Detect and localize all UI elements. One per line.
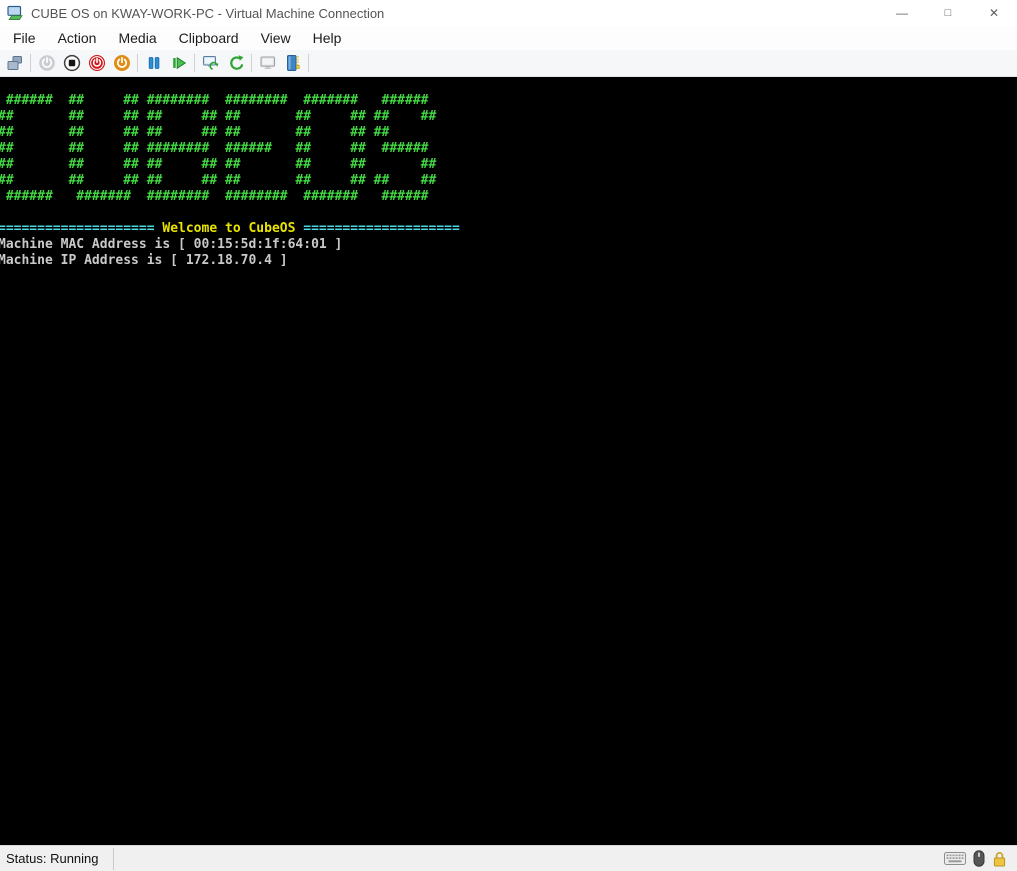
lock-icon	[992, 851, 1007, 867]
mac-address-line: Machine MAC Address is [ 00:15:5d:1f:64:…	[0, 237, 1017, 253]
menu-clipboard[interactable]: Clipboard	[168, 28, 250, 48]
menu-media[interactable]: Media	[107, 28, 167, 48]
mouse-icon	[973, 850, 985, 867]
turn-off-button[interactable]	[59, 51, 84, 75]
toolbar-separator	[251, 54, 252, 72]
start-button[interactable]	[34, 51, 59, 75]
ascii-banner-line: ## ## ## ## ## ## ## ## ## ##	[0, 173, 1017, 189]
statusbar: Status: Running	[0, 845, 1017, 871]
reset-button[interactable]	[166, 51, 191, 75]
toolbar-separator	[137, 54, 138, 72]
revert-icon	[227, 54, 245, 72]
welcome-text: Welcome to CubeOS	[155, 221, 304, 236]
share-icon	[284, 54, 302, 72]
ctrl-alt-del-icon	[6, 54, 24, 72]
menu-help[interactable]: Help	[302, 28, 353, 48]
welcome-separator-right: ====================	[303, 221, 460, 236]
shut-down-button[interactable]	[84, 51, 109, 75]
titlebar: CUBE OS on KWAY-WORK-PC - Virtual Machin…	[0, 0, 1017, 26]
minimize-button[interactable]: —	[879, 0, 925, 26]
ascii-banner-line: ## ## ## ## ## ## ## ## ##	[0, 125, 1017, 141]
shut-down-icon	[88, 54, 106, 72]
menu-action[interactable]: Action	[47, 28, 108, 48]
maximize-button[interactable]: □	[925, 0, 971, 26]
revert-button[interactable]	[223, 51, 248, 75]
ascii-banner-line: ###### ####### ######## ######## #######…	[0, 189, 1017, 205]
ascii-banner-line: ## ## ## ## ## ## ## ## ## ##	[0, 109, 1017, 125]
pause-icon	[145, 54, 163, 72]
toolbar-separator	[194, 54, 195, 72]
enhanced-session-button[interactable]	[255, 51, 280, 75]
save-button[interactable]	[109, 51, 134, 75]
status-label: Status: Running	[6, 851, 99, 866]
vm-console-screen[interactable]: ###### ## ## ######## ######## ####### #…	[0, 77, 1017, 845]
save-icon	[113, 54, 131, 72]
start-icon	[38, 54, 56, 72]
turn-off-icon	[63, 54, 81, 72]
reset-icon	[170, 54, 188, 72]
welcome-line: ==================== Welcome to CubeOS =…	[0, 221, 1017, 237]
statusbar-separator	[113, 848, 114, 870]
menu-file[interactable]: File	[2, 28, 47, 48]
vm-connection-app-icon	[7, 5, 23, 21]
ascii-banner-line: ###### ## ## ######## ######## ####### #…	[0, 93, 1017, 109]
menubar: File Action Media Clipboard View Help	[0, 26, 1017, 50]
ascii-banner-line: ## ## ## ######## ###### ## ## ######	[0, 141, 1017, 157]
ascii-banner-line: ## ## ## ## ## ## ## ## ##	[0, 157, 1017, 173]
checkpoint-button[interactable]	[198, 51, 223, 75]
console-blank-line	[0, 205, 1017, 221]
ctrl-alt-del-button[interactable]	[2, 51, 27, 75]
menu-view[interactable]: View	[250, 28, 302, 48]
welcome-separator-left: ====================	[0, 221, 155, 236]
ip-address-line: Machine IP Address is [ 172.18.70.4 ]	[0, 253, 1017, 269]
window-title: CUBE OS on KWAY-WORK-PC - Virtual Machin…	[31, 6, 384, 21]
statusbar-icons	[944, 850, 1007, 867]
caption-buttons: — □ ✕	[879, 0, 1017, 26]
share-button[interactable]	[280, 51, 305, 75]
pause-button[interactable]	[141, 51, 166, 75]
close-button[interactable]: ✕	[971, 0, 1017, 26]
checkpoint-icon	[202, 54, 220, 72]
toolbar	[0, 50, 1017, 77]
toolbar-separator	[308, 54, 309, 72]
keyboard-icon	[944, 852, 966, 865]
enhanced-session-icon	[259, 54, 277, 72]
toolbar-separator	[30, 54, 31, 72]
vm-connection-window: CUBE OS on KWAY-WORK-PC - Virtual Machin…	[0, 0, 1017, 871]
